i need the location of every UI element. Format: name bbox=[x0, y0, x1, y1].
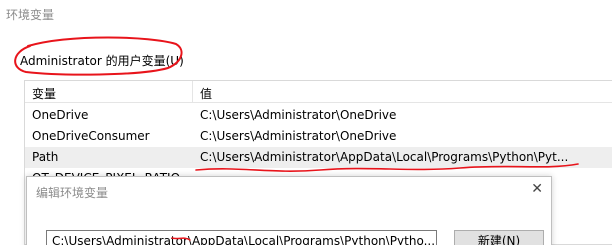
column-header-variable[interactable]: 变量 bbox=[32, 85, 56, 102]
row-variable-value: C:\Users\Administrator\OneDrive bbox=[200, 129, 397, 143]
table-row[interactable]: OneDriveConsumer C:\Users\Administrator\… bbox=[25, 126, 612, 147]
close-icon[interactable]: ✕ bbox=[531, 181, 543, 197]
window-title: 环境变量 bbox=[6, 8, 55, 22]
edit-env-var-dialog: 编辑环境变量 ✕ C:\Users\Administrator\AppData\… bbox=[26, 176, 552, 245]
row-variable-name: OneDriveConsumer bbox=[32, 129, 150, 143]
row-variable-value: C:\Users\Administrator\AppData\Local\Pro… bbox=[200, 150, 569, 164]
list-header: 变量 值 bbox=[25, 81, 612, 103]
new-button[interactable]: 新建(N) bbox=[454, 230, 544, 245]
table-row[interactable]: OneDrive C:\Users\Administrator\OneDrive bbox=[25, 105, 612, 126]
row-variable-value: C:\Users\Administrator\OneDrive bbox=[200, 108, 397, 122]
column-header-value[interactable]: 值 bbox=[200, 85, 212, 102]
window-titlebar: 环境变量 bbox=[0, 0, 612, 30]
path-entry-field[interactable]: C:\Users\Administrator\AppData\Local\Pro… bbox=[46, 230, 437, 245]
table-row-selected[interactable]: Path C:\Users\Administrator\AppData\Loca… bbox=[25, 147, 612, 168]
row-variable-name: OneDrive bbox=[32, 108, 89, 122]
column-separator[interactable] bbox=[192, 81, 193, 103]
row-variable-name: Path bbox=[32, 150, 59, 164]
dialog-title: 编辑环境变量 bbox=[36, 186, 109, 200]
user-vars-group-label: Administrator 的用户变量(U) bbox=[20, 54, 184, 68]
